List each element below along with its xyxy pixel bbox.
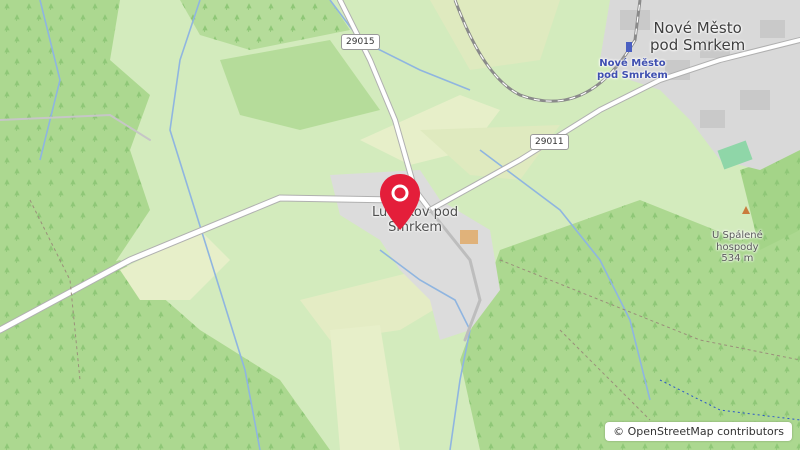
road-shield-29015: 29015 [341, 34, 380, 50]
road-shield-29011: 29011 [530, 134, 569, 150]
attribution[interactable]: © OpenStreetMap contributors [605, 422, 792, 441]
station-label[interactable]: Nové Město pod Smrkem [597, 58, 668, 81]
town-label[interactable]: Nové Město pod Smrkem [650, 19, 745, 55]
peak-icon [742, 206, 750, 214]
map-view[interactable]: Nové Město pod Smrkem Nové Město pod Smr… [0, 0, 800, 450]
station-icon [626, 42, 632, 52]
copyright-icon: © [613, 425, 625, 438]
map-pin-icon[interactable] [377, 172, 423, 232]
peak-label[interactable]: U Spálené hospody 534 m [712, 230, 763, 265]
attribution-link[interactable]: OpenStreetMap contributors [628, 425, 784, 438]
